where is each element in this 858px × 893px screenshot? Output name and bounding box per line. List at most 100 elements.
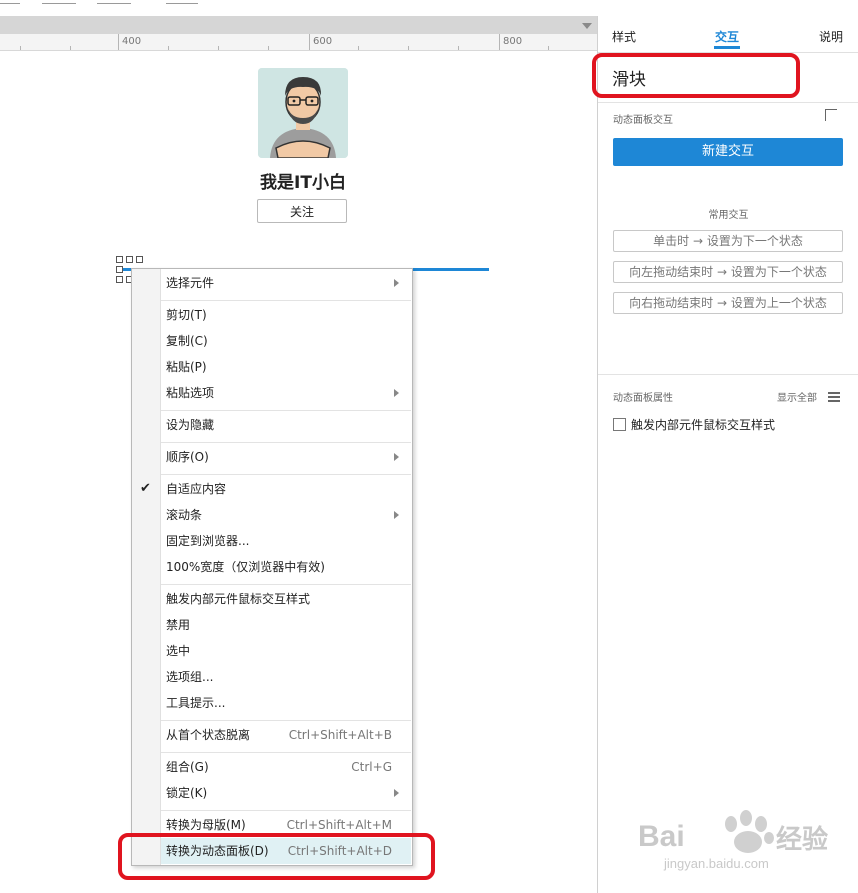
tab-interactions[interactable]: 交互	[715, 28, 739, 45]
svg-text:经验: 经验	[776, 824, 828, 855]
menu-item-label: 触发内部元件鼠标交互样式	[166, 592, 311, 606]
menu-item-disable[interactable]: 禁用	[161, 612, 411, 638]
toolbar-divider	[42, 3, 76, 4]
menu-item-cut[interactable]: 剪切(T)	[161, 302, 411, 328]
menu-item-full-width[interactable]: 100%宽度（仅浏览器中有效)	[161, 554, 411, 580]
menu-item-shortcut: Ctrl+Shift+Alt+B	[288, 728, 392, 742]
ruler-label: 600	[313, 36, 333, 47]
menu-item-label: 禁用	[166, 618, 191, 632]
inspector-panel: 样式 交互 说明 滑块 动态面板交互 新建交互 常用交互 单击时 → 设置为下一…	[597, 16, 858, 893]
show-all-link[interactable]: 显示全部	[777, 389, 817, 404]
quick-interaction-button[interactable]: 向右拖动结束时 → 设置为上一个状态	[613, 292, 843, 314]
menu-item-scrollbars[interactable]: 滚动条	[161, 502, 411, 528]
avatar[interactable]	[258, 68, 348, 158]
submenu-arrow-icon	[394, 453, 399, 461]
menu-separator	[161, 410, 411, 411]
svg-text:Bai: Bai	[638, 820, 685, 853]
toolbar-divider	[97, 3, 131, 4]
ruler-tick	[218, 46, 219, 50]
profile-name: 我是IT小白	[260, 173, 346, 193]
menu-item-label: 滚动条	[166, 508, 203, 522]
menu-item-label: 组合(G)	[166, 760, 209, 774]
menu-item-order[interactable]: 顺序(O)	[161, 444, 411, 470]
menu-item-label: 固定到浏览器...	[166, 534, 250, 548]
menu-item-label: 剪切(T)	[166, 308, 207, 322]
ruler-header-bar	[0, 16, 598, 34]
submenu-arrow-icon	[394, 279, 399, 287]
menu-item-label: 自适应内容	[166, 482, 227, 496]
selection-handle[interactable]	[136, 256, 143, 263]
menu-item-label: 选择元件	[166, 276, 215, 290]
tab-notes[interactable]: 说明	[819, 28, 843, 45]
menu-item-pin-to-browser[interactable]: 固定到浏览器...	[161, 528, 411, 554]
ruler-tick	[309, 34, 310, 50]
menu-gutter	[132, 269, 161, 865]
ruler-scale: 400 600 800	[0, 34, 598, 51]
menu-item-selected[interactable]: 选中	[161, 638, 411, 664]
submenu-arrow-icon	[394, 789, 399, 797]
selection-handle[interactable]	[116, 266, 123, 273]
ruler-tick	[20, 46, 21, 50]
section-title-properties: 动态面板属性	[613, 393, 673, 404]
section-title-interactions: 动态面板交互	[613, 115, 673, 126]
menu-separator	[161, 720, 411, 721]
menu-item-trigger-mouse-styles[interactable]: 触发内部元件鼠标交互样式	[161, 586, 411, 612]
menu-item-label: 从首个状态脱离	[166, 728, 251, 742]
menu-item-fit-content[interactable]: ✔ 自适应内容	[140, 476, 411, 502]
toolbar-divider	[166, 3, 198, 4]
menu-item-paste-options[interactable]: 粘贴选项	[161, 380, 411, 406]
expand-icon[interactable]	[825, 109, 837, 121]
menu-item-label: 设为隐藏	[166, 418, 215, 432]
tab-style[interactable]: 样式	[612, 28, 636, 45]
toolbar-divider	[0, 3, 20, 4]
active-tab-indicator	[714, 46, 740, 49]
watermark: Bai 经验 jingyan.baidu.com	[636, 796, 836, 876]
context-menu: 选择元件 剪切(T) 复制(C) 粘贴(P) 粘贴选项 设为隐藏 顺序(O) ✔…	[131, 268, 413, 866]
follow-button[interactable]: 关注	[257, 199, 347, 223]
menu-item-group[interactable]: 组合(G) Ctrl+G	[161, 754, 411, 780]
selection-handle[interactable]	[126, 256, 133, 263]
menu-item-label: 复制(C)	[166, 334, 208, 348]
menu-item-hide[interactable]: 设为隐藏	[161, 412, 411, 438]
ruler-label: 400	[122, 36, 142, 47]
menu-separator	[161, 442, 411, 443]
menu-item-label: 粘贴(P)	[166, 360, 207, 374]
selection-handle[interactable]	[116, 276, 123, 283]
checkbox-label: 触发内部元件鼠标交互样式	[631, 418, 776, 432]
common-interactions-title: 常用交互	[708, 210, 749, 221]
menu-item-select-widget[interactable]: 选择元件	[161, 270, 411, 296]
ruler-label: 800	[503, 36, 523, 47]
ruler-tick	[118, 34, 119, 50]
menu-item-label: 顺序(O)	[166, 450, 209, 464]
menu-separator	[161, 300, 411, 301]
ruler-tick	[168, 46, 169, 50]
menu-item-label: 选项组...	[166, 670, 214, 684]
new-interaction-button[interactable]: 新建交互	[613, 138, 843, 166]
panel-divider	[598, 102, 858, 103]
menu-item-label: 选中	[166, 644, 191, 658]
menu-item-lock[interactable]: 锁定(K)	[161, 780, 411, 806]
menu-icon[interactable]	[828, 392, 840, 404]
trigger-mouse-styles-checkbox[interactable]	[613, 418, 626, 431]
dropdown-arrow-icon[interactable]	[582, 23, 592, 29]
ruler-tick	[408, 46, 409, 50]
quick-interaction-button[interactable]: 单击时 → 设置为下一个状态	[613, 230, 843, 252]
menu-item-tooltip[interactable]: 工具提示...	[161, 690, 411, 716]
menu-item-paste[interactable]: 粘贴(P)	[161, 354, 411, 380]
submenu-arrow-icon	[394, 511, 399, 519]
avatar-illustration	[258, 68, 348, 158]
menu-item-label: 粘贴选项	[166, 386, 215, 400]
svg-text:jingyan.baidu.com: jingyan.baidu.com	[663, 856, 769, 871]
ruler-tick	[499, 34, 500, 50]
ruler: 400 600 800	[0, 16, 598, 51]
selection-handle[interactable]	[116, 256, 123, 263]
menu-item-label: 工具提示...	[166, 696, 226, 710]
menu-item-label: 锁定(K)	[166, 786, 208, 800]
quick-interaction-button[interactable]: 向左拖动结束时 → 设置为下一个状态	[613, 261, 843, 283]
menu-item-break-away[interactable]: 从首个状态脱离 Ctrl+Shift+Alt+B	[161, 722, 411, 748]
annotation-outline	[592, 53, 800, 98]
menu-item-copy[interactable]: 复制(C)	[161, 328, 411, 354]
menu-item-option-group[interactable]: 选项组...	[161, 664, 411, 690]
menu-item-shortcut: Ctrl+G	[351, 760, 392, 774]
menu-separator	[161, 474, 411, 475]
